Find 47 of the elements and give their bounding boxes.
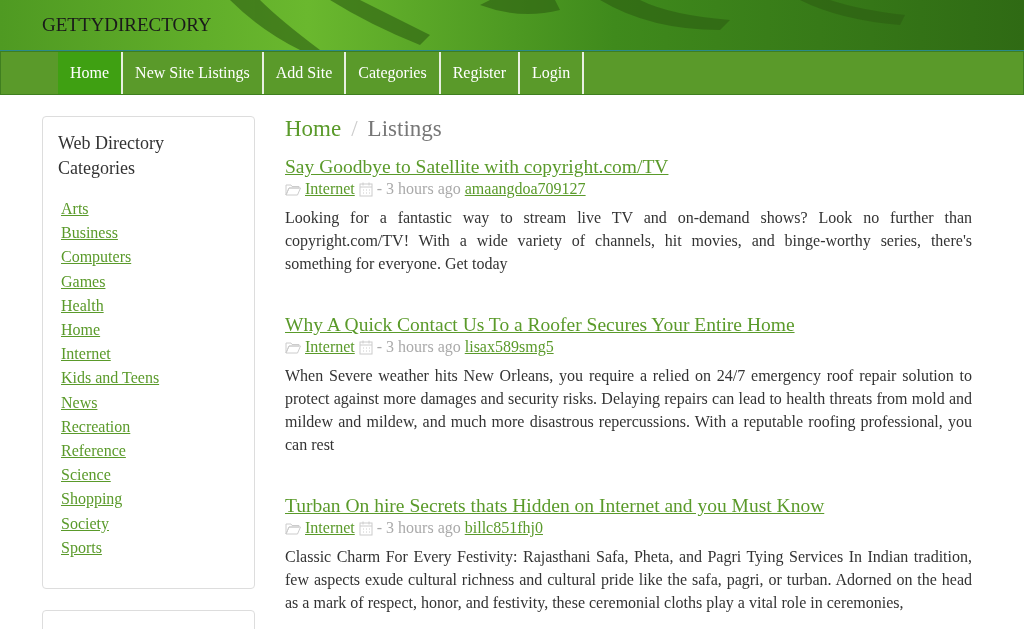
listing-time: - 3 hours ago (376, 519, 461, 537)
listing-title[interactable]: Turban On hire Secrets thats Hidden on Internet and you Must Know (285, 495, 825, 516)
listing-description: Classic Charm For Every Festivity: Rajasthani Safa, Pheta, and Pagri Tying Services In Indian tradition, few aspects exude cultural richness and cultural pride like the safa, pagri, or turban. Adorned on the head as a mark of respect, honor, and festivity, these ceremonial cloths play a vital role in ceremonies, (285, 547, 972, 614)
category-link[interactable]: Reference (61, 439, 126, 464)
nav-link[interactable]: Add Site (263, 52, 347, 94)
calendar-icon (358, 339, 373, 355)
listing-title[interactable]: Why A Quick Contact Us To a Roofer Secures Your Entire Home (285, 314, 795, 335)
category-link[interactable]: Games (61, 269, 106, 294)
folder-icon (285, 182, 301, 196)
folder-icon (285, 340, 301, 354)
category-link[interactable]: Society (61, 511, 109, 536)
user-link[interactable]: amaangdoa709127 (464, 180, 586, 198)
listing-time: - 3 hours ago (376, 180, 461, 198)
category-link[interactable]: Business (61, 221, 118, 246)
user-link[interactable]: lisax589smg5 (464, 338, 554, 356)
nav-link[interactable]: Categories (346, 52, 441, 94)
category-link[interactable]: Science (61, 463, 111, 488)
category-link[interactable]: Arts (61, 197, 89, 222)
site-name: GETTYDIRECTORY (42, 14, 212, 36)
listing-time: - 3 hours ago (376, 338, 461, 356)
calendar-icon (358, 520, 373, 536)
category-link[interactable]: Health (61, 293, 104, 318)
sidebar-title: Web Directory Categories (58, 132, 165, 180)
listing-title[interactable]: Say Goodbye to Satellite with copyright.com/TV (285, 156, 669, 177)
nav-link[interactable]: Register (440, 52, 520, 94)
nav-link[interactable]: Home (58, 52, 124, 94)
listing-description: When Severe weather hits New Orleans, you require a relied on 24/7 emergency roof repair solution to protect against more damages and security risks. Delaying repairs can lead to health threats from mold and mildew and mildew, and much more disastrous repercussions. With a reputable roofing professional, you can rest (285, 366, 972, 455)
category-link[interactable]: Internet (61, 342, 111, 367)
listing-description: Looking for a fantastic way to stream live TV and on-demand shows? Look no further than copyright.com/TV! With a wide variety of channels, hit movies, and binge-worthy series, there's something for everyone. Get today (285, 208, 972, 275)
breadcrumb-link[interactable]: Home (285, 116, 342, 142)
category-link[interactable]: Kids and Teens (61, 366, 160, 391)
category-link[interactable]: Shopping (61, 487, 123, 512)
category-link[interactable]: Recreation (61, 414, 131, 440)
nav-link[interactable]: Login (520, 52, 585, 94)
category-link[interactable]: Sports (61, 535, 102, 561)
folder-icon (285, 521, 301, 535)
category-link[interactable]: Home (61, 318, 101, 343)
category-link[interactable]: Computers (61, 245, 132, 270)
nav-link[interactable]: New Site Listings (123, 52, 264, 94)
calendar-icon (358, 181, 373, 197)
category-link[interactable]: Internet (305, 338, 355, 356)
breadcrumb-separator: / (351, 116, 358, 142)
category-link[interactable]: News (61, 390, 98, 415)
category-link[interactable]: Internet (305, 519, 355, 537)
user-link[interactable]: billc851fhj0 (464, 519, 543, 537)
breadcrumb-current: Listings (367, 116, 442, 142)
category-link[interactable]: Internet (305, 180, 355, 198)
